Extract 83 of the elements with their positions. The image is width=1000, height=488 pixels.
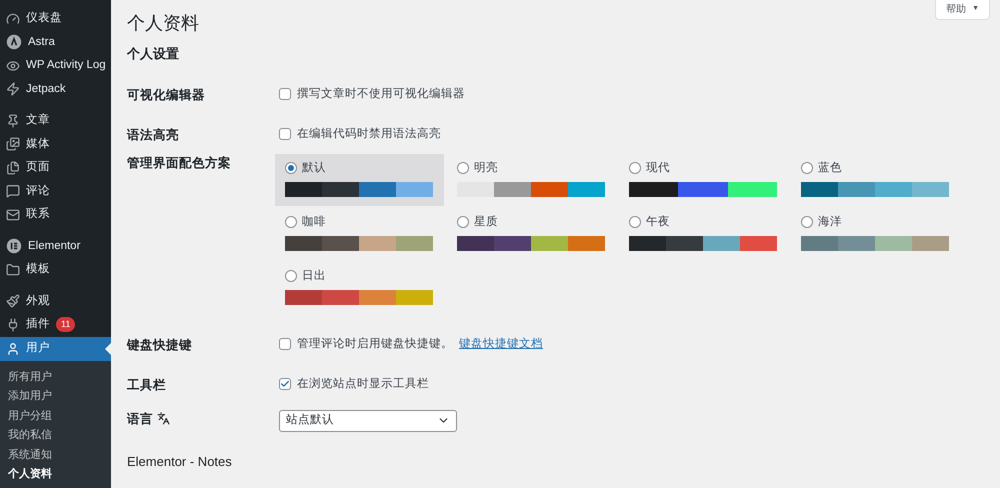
color-scheme-option[interactable]: 咖啡 bbox=[275, 208, 444, 260]
checkbox[interactable] bbox=[279, 378, 291, 390]
field-label: 可视化编辑器 bbox=[127, 86, 205, 104]
sidebar-item[interactable]: Elementor bbox=[0, 234, 111, 258]
sidebar-item[interactable]: 仪表盘 bbox=[0, 7, 111, 30]
sidebar-item[interactable]: Astra bbox=[0, 30, 111, 54]
pointer-icon bbox=[105, 342, 111, 354]
radio-button[interactable] bbox=[629, 162, 641, 174]
color-scheme-option[interactable]: 午夜 bbox=[619, 208, 788, 260]
page-title: 个人资料 bbox=[127, 12, 200, 35]
field-label: 工具栏 bbox=[127, 376, 166, 394]
sidebar-item[interactable]: 页面 bbox=[0, 156, 111, 180]
radio-button[interactable] bbox=[457, 216, 469, 228]
count-badge: 11 bbox=[56, 317, 76, 332]
checkbox[interactable] bbox=[279, 88, 291, 100]
submenu-item[interactable]: 我的私信 bbox=[0, 426, 111, 446]
envelope-icon bbox=[6, 208, 20, 222]
scheme-name: 咖啡 bbox=[302, 214, 326, 230]
submenu-item[interactable]: 所有用户 bbox=[0, 368, 111, 388]
language-select[interactable]: 站点默认 bbox=[279, 410, 457, 432]
color-scheme-option[interactable]: 蓝色 bbox=[791, 154, 960, 206]
docs-link[interactable]: 键盘快捷键文档 bbox=[459, 336, 543, 353]
scheme-name: 明亮 bbox=[474, 160, 498, 176]
sidebar-item[interactable]: 媒体 bbox=[0, 132, 111, 156]
translate-icon bbox=[157, 412, 170, 426]
sidebar-item[interactable]: Jetpack bbox=[0, 78, 111, 101]
scheme-name: 星质 bbox=[474, 214, 498, 230]
scheme-name: 日出 bbox=[302, 268, 326, 284]
lightning-icon bbox=[6, 82, 20, 96]
checkbox[interactable] bbox=[279, 338, 291, 350]
sidebar-item[interactable]: 联系 bbox=[0, 203, 111, 226]
plug-icon bbox=[6, 318, 20, 332]
scheme-name: 现代 bbox=[646, 160, 670, 176]
radio-button[interactable] bbox=[629, 216, 641, 228]
radio-button[interactable] bbox=[285, 270, 297, 282]
speech-bubble-icon bbox=[6, 184, 20, 198]
color-scheme-option[interactable]: 现代 bbox=[619, 154, 788, 206]
color-scheme-option[interactable]: 海洋 bbox=[791, 208, 960, 260]
radio-button[interactable] bbox=[801, 216, 813, 228]
user-icon bbox=[6, 342, 20, 356]
field-label: 语法高亮 bbox=[127, 126, 179, 144]
elementor-circle-icon bbox=[6, 238, 22, 254]
field-label: 管理界面配色方案 bbox=[127, 154, 231, 172]
checkbox-label: 在编辑代码时禁用语法高亮 bbox=[297, 126, 441, 142]
color-scheme-option[interactable]: 明亮 bbox=[447, 154, 616, 206]
section-title: 个人设置 bbox=[127, 45, 180, 63]
sidebar-item[interactable]: 用户 bbox=[0, 336, 111, 360]
sidebar-item[interactable]: 外观 bbox=[0, 290, 111, 313]
submenu-item[interactable]: 添加用户 bbox=[0, 387, 111, 407]
scheme-name: 默认 bbox=[302, 160, 326, 176]
checkbox[interactable] bbox=[279, 128, 291, 140]
scheme-name: 午夜 bbox=[646, 214, 670, 230]
radio-button[interactable] bbox=[285, 162, 297, 174]
submenu-item[interactable]: 用户分组 bbox=[0, 406, 111, 426]
sidebar-item[interactable]: 文章 bbox=[0, 109, 111, 132]
eye-icon bbox=[6, 58, 20, 73]
pin-icon bbox=[6, 114, 20, 128]
color-scheme-option[interactable]: 星质 bbox=[447, 208, 616, 260]
sidebar-item[interactable]: 插件 11 bbox=[0, 313, 111, 336]
images-icon bbox=[6, 137, 20, 152]
radio-button[interactable] bbox=[285, 216, 297, 228]
letter-a-circle-icon bbox=[6, 34, 22, 50]
section-title: Elementor - Notes bbox=[127, 452, 233, 470]
folder-icon bbox=[6, 262, 20, 277]
sidebar-item[interactable]: 模板 bbox=[0, 258, 111, 282]
scheme-name: 蓝色 bbox=[818, 160, 842, 176]
scheme-name: 海洋 bbox=[818, 214, 842, 230]
field-label: 键盘快捷键 bbox=[127, 336, 192, 354]
pages-icon bbox=[6, 160, 20, 175]
checkbox-label: 撰写文章时不使用可视化编辑器 bbox=[297, 86, 465, 102]
sidebar-item[interactable]: WP Activity Log bbox=[0, 54, 111, 78]
radio-button[interactable] bbox=[457, 162, 469, 174]
gauge-icon bbox=[6, 12, 20, 26]
sidebar-item[interactable]: 评论 bbox=[0, 180, 111, 203]
submenu-item[interactable]: 个人资料 bbox=[0, 465, 111, 486]
checkbox-label: 管理评论时启用键盘快捷键。 bbox=[297, 336, 453, 352]
color-scheme-option[interactable]: 默认 bbox=[275, 154, 444, 206]
checkbox-label: 在浏览站点时显示工具栏 bbox=[297, 376, 429, 392]
submenu-item[interactable]: 系统通知 bbox=[0, 446, 111, 466]
color-scheme-option[interactable]: 日出 bbox=[275, 262, 444, 314]
paintbrush-icon bbox=[6, 294, 20, 308]
field-label: 语言 bbox=[127, 410, 153, 428]
radio-button[interactable] bbox=[801, 162, 813, 174]
